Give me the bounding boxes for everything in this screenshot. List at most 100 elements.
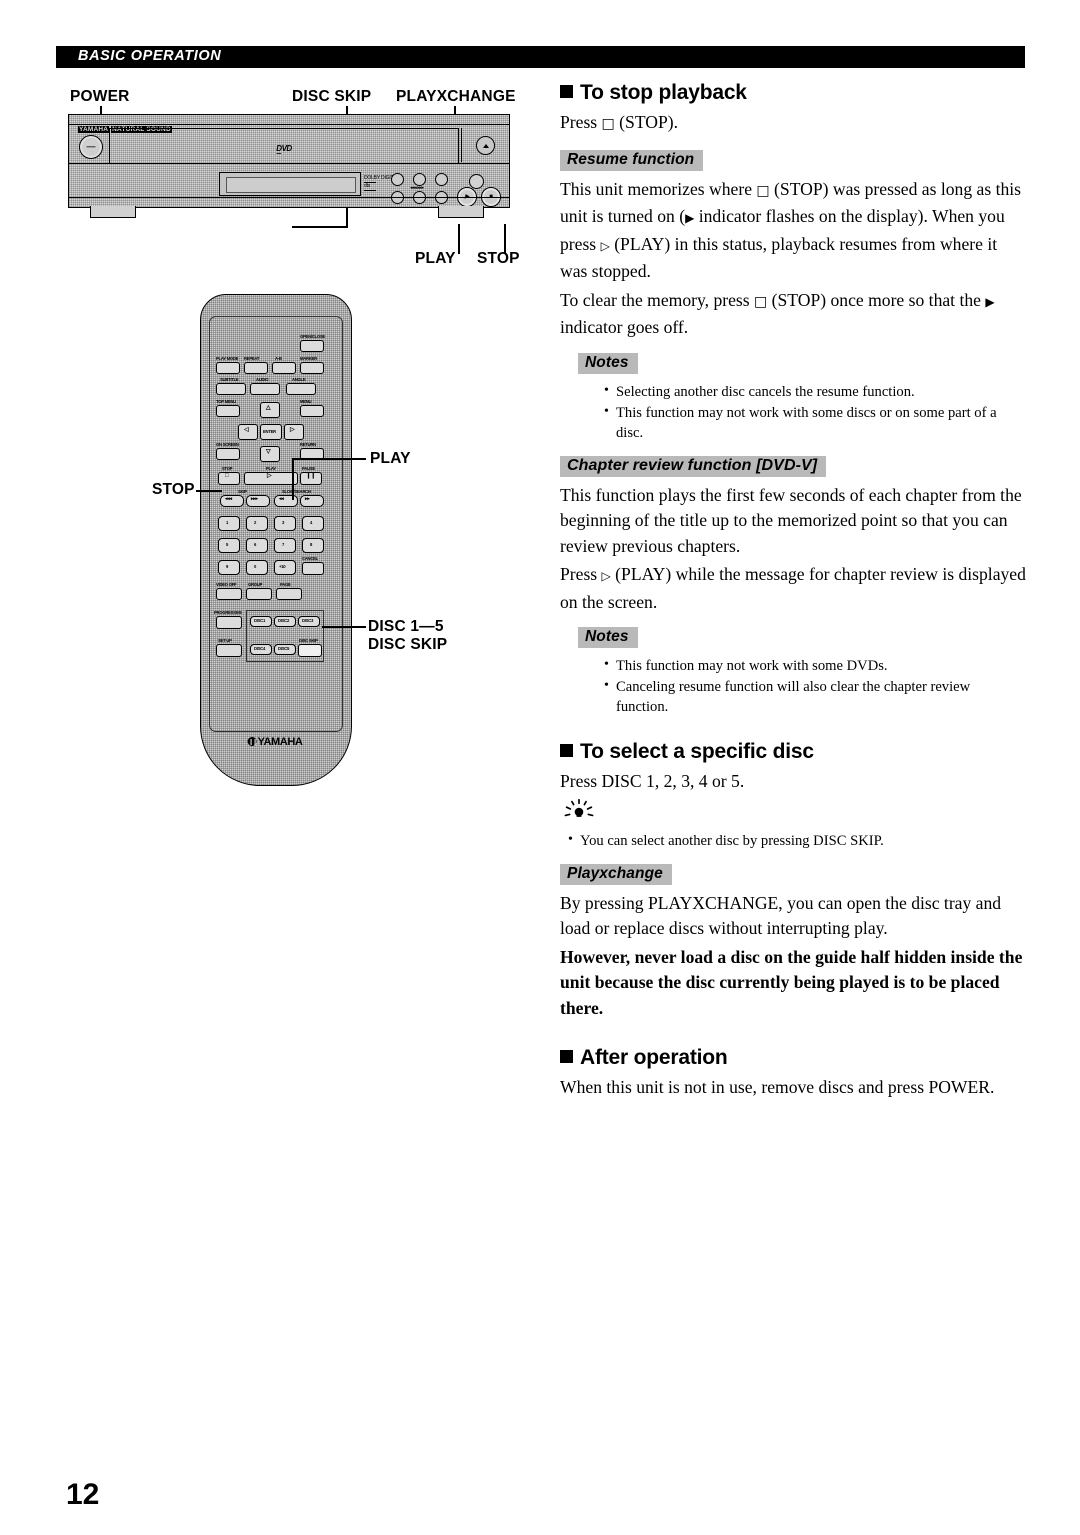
remote-label-menu: MENU xyxy=(300,399,312,404)
chapter-review-para-1: This function plays the first few second… xyxy=(560,484,1022,556)
leader-play-remote-h xyxy=(292,458,366,460)
remote-btn-num-3[interactable] xyxy=(274,516,296,531)
remote-btn-num-0[interactable] xyxy=(246,560,268,575)
player-eject-bay xyxy=(461,128,508,162)
callout-disc-skip: DISC SKIP xyxy=(292,88,372,105)
remote-label-num-9: 9 xyxy=(226,564,229,569)
chapter-review-notes-list: This function may not work with some DVD… xyxy=(578,655,1026,717)
leader-play-front xyxy=(458,224,460,254)
remote-btn-video-off[interactable] xyxy=(216,588,242,600)
remote-btn-num-6[interactable] xyxy=(246,538,268,553)
subheading-playxchange: Playxchange xyxy=(560,863,672,885)
content-column: To stop playback Press □ (STOP). Resume … xyxy=(560,80,1026,1104)
dvd-player-figure: YAMAHA NATURAL SOUND DVD ━━ DOLBY DIGITAL… xyxy=(68,114,510,224)
remote-btn-num-5[interactable] xyxy=(218,538,240,553)
remote-label-set-up: SET UP xyxy=(218,638,232,643)
remote-label-pause: PAUSE xyxy=(302,466,315,471)
list-item: Selecting another disc cancels the resum… xyxy=(604,381,1026,402)
remote-btn-subtitle[interactable] xyxy=(216,383,246,395)
remote-btn-disc-skip[interactable] xyxy=(298,644,322,657)
remote-btn-angle[interactable] xyxy=(286,383,316,395)
remote-btn-play-mode[interactable] xyxy=(216,362,240,374)
list-item: You can select another disc by pressing … xyxy=(568,830,1026,851)
remote-btn-set-up[interactable] xyxy=(216,644,242,657)
player-divider-2 xyxy=(69,197,509,199)
remote-label-return: RETURN xyxy=(300,442,316,447)
remote-btn-slow-fwd[interactable] xyxy=(300,495,324,507)
remote-btn-num-2[interactable] xyxy=(246,516,268,531)
player-chassis: YAMAHA NATURAL SOUND DVD ━━ DOLBY DIGITAL… xyxy=(68,114,510,208)
remote-btn-skip-prev[interactable] xyxy=(220,495,244,507)
stop-square-glyph-2: □ xyxy=(756,182,770,199)
leader-disc-range xyxy=(322,626,366,628)
remote-btn-num-8[interactable] xyxy=(302,538,324,553)
remote-label-group: GROUP xyxy=(248,582,263,587)
heading-to-select-a-specific-disc: To select a specific disc xyxy=(560,739,1026,765)
remote-label-num-2: 2 xyxy=(254,520,257,525)
remote-btn-num-1[interactable] xyxy=(218,516,240,531)
remote-btn-audio[interactable] xyxy=(250,383,280,395)
callout-play-front: PLAY xyxy=(415,250,456,267)
remote-btn-num-9[interactable] xyxy=(218,560,240,575)
remote-btn-open-close[interactable] xyxy=(300,340,324,352)
lightbulb-tip-icon xyxy=(564,798,594,817)
stop-square-glyph: □ xyxy=(601,116,615,132)
heading-bullet-icon xyxy=(560,1050,573,1063)
remote-label-disc-skip: DISC SKIP xyxy=(299,638,318,643)
remote-label-subtitle: SUBTITLE xyxy=(220,377,239,382)
player-brand-mark: YAMAHA xyxy=(78,126,110,133)
remote-btn-repeat[interactable] xyxy=(244,362,268,374)
remote-btn-menu[interactable] xyxy=(300,405,324,417)
remote-label-skip: SKIP xyxy=(238,489,247,494)
stop-square-icon: □ xyxy=(225,473,229,479)
remote-btn-group[interactable] xyxy=(246,588,272,600)
up-arrow-icon: △ xyxy=(266,405,271,411)
after-operation-para: When this unit is not in use, remove dis… xyxy=(560,1077,995,1097)
chapter-review-para-2: Press ▷ (PLAY) while the message for cha… xyxy=(560,562,1026,615)
remote-label-disc4: DISC4 xyxy=(254,646,266,651)
remote-btn-slow-rev[interactable] xyxy=(274,495,298,507)
remote-label-repeat: REPEAT xyxy=(244,356,260,361)
heading-text: To stop playback xyxy=(580,81,747,104)
left-arrow-icon: ◁ xyxy=(244,427,249,433)
remote-btn-top-menu[interactable] xyxy=(216,405,240,417)
remote-btn-stop[interactable] xyxy=(218,472,240,485)
subheading-resume-function: Resume function xyxy=(560,149,704,171)
remote-btn-cancel[interactable] xyxy=(302,562,324,575)
remote-label-num-0: 0 xyxy=(254,564,257,569)
player-btn-c[interactable] xyxy=(435,173,448,186)
remote-btn-page[interactable] xyxy=(276,588,302,600)
slow-rev-icon: ◂◂ xyxy=(279,496,284,502)
display-window xyxy=(226,177,356,193)
remote-label-cancel: CANCEL xyxy=(302,556,318,561)
press-suffix: (STOP). xyxy=(614,112,679,132)
press-label: Press xyxy=(560,112,602,132)
remote-btn-progressive[interactable] xyxy=(216,616,242,629)
remote-btn-on-screen[interactable] xyxy=(216,448,240,460)
remote-btn-num-4[interactable] xyxy=(302,516,324,531)
manual-page: BASIC OPERATION POWER DISC SKIP PLAYXCHA… xyxy=(0,0,1080,1535)
player-playxchange-button[interactable] xyxy=(469,174,484,189)
player-eject-button[interactable] xyxy=(476,136,495,155)
remote-btn-marker[interactable] xyxy=(300,362,324,374)
player-btn-a[interactable] xyxy=(391,173,404,186)
list-item: Canceling resume function will also clea… xyxy=(604,676,1026,717)
remote-btn-skip-next[interactable] xyxy=(246,495,270,507)
remote-btn-a-b[interactable] xyxy=(272,362,296,374)
remote-label-enter: ENTER xyxy=(263,429,276,434)
select-disc-tip-list: You can select another disc by pressing … xyxy=(560,830,1026,851)
chapter-review-notes-block: Notes This function may not work with so… xyxy=(578,618,1026,717)
player-foot-right xyxy=(438,206,484,218)
remote-btn-num-7[interactable] xyxy=(274,538,296,553)
callout-stop-front: STOP xyxy=(477,250,520,267)
page-number: 12 xyxy=(66,1478,100,1511)
play-outline-glyph-2: ▷ xyxy=(601,569,611,583)
resume-notes-block: Notes Selecting another disc cancels the… xyxy=(578,344,1026,443)
player-power-button[interactable] xyxy=(79,135,103,159)
skip-prev-icon: ◂◂◂ xyxy=(225,496,232,502)
remote-label-num-5: 5 xyxy=(226,542,229,547)
remote-label-top-menu: TOP MENU xyxy=(216,399,236,404)
player-disc-tray: DVD ━━ xyxy=(109,128,459,164)
player-top-strip xyxy=(69,115,509,125)
playxchange-para-bold: However, never load a disc on the guide … xyxy=(560,946,1023,1018)
